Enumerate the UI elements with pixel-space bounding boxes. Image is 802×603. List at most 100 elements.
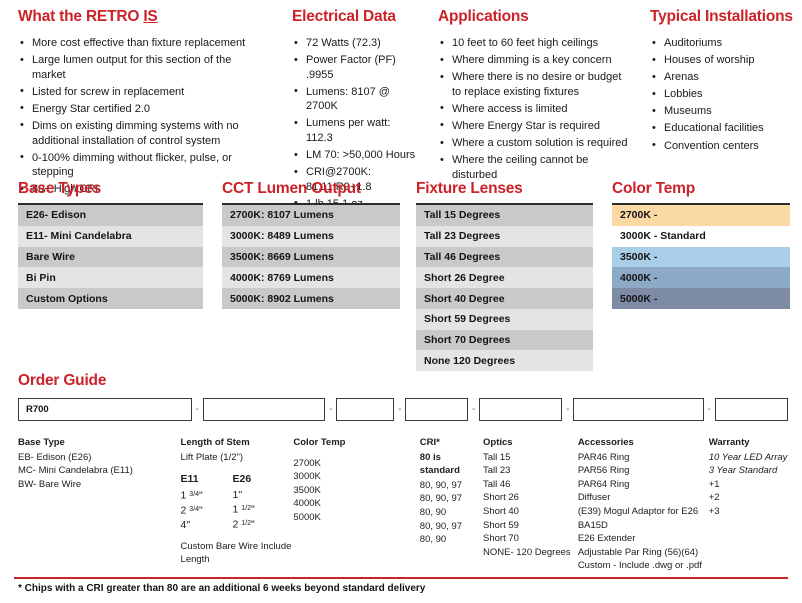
legend-item: Tall 46 <box>483 478 511 490</box>
order-guide-section: Order Guide R700 - - - - - - <box>18 372 788 421</box>
order-code-box-5[interactable] <box>479 398 563 421</box>
spec-sheet: What the RETRO IS More cost effective th… <box>0 0 802 603</box>
list-item: Where access is limited <box>438 101 628 117</box>
table-row: Tall 46 Degrees <box>416 246 593 268</box>
legend-heading: Base Type <box>18 437 65 448</box>
legend-item: NONE- 120 Degrees <box>483 546 571 558</box>
cct-lumen-heading: CCT Lumen Output <box>222 180 361 197</box>
list-item: Lobbies <box>650 87 792 102</box>
stem-value: 1 3/4" <box>180 489 203 502</box>
list-item: LM 70: >50,000 Hours <box>292 148 416 163</box>
legend-item: 4000K <box>293 498 321 510</box>
order-code-box-2[interactable] <box>202 398 326 421</box>
legend-item: PAR46 Ring <box>577 451 630 463</box>
legend-item: +3 <box>708 505 720 517</box>
legend-optics: Optics Tall 15 Tall 23 Tall 46 Short 26 … <box>483 436 578 573</box>
legend-item: Short 40 <box>483 505 519 517</box>
list-item: Lumens: 8107 @ 2700K <box>292 84 416 114</box>
table-row: 3000K - Standard <box>612 225 790 247</box>
order-code-box-1[interactable]: R700 <box>18 398 192 421</box>
legend-item: Custom - Include .dwg or .pdf <box>577 560 702 572</box>
stem-value: 4" <box>180 518 191 531</box>
legend-item: BA15D <box>577 519 608 531</box>
retro-is-heading: What the RETRO IS <box>18 8 268 26</box>
color-temp-table: 2700K - 3000K - Standard 3500K - 4000K -… <box>612 203 790 309</box>
legend-item: Adjustable Par Ring (56)(64) <box>577 546 699 558</box>
order-code-box-4[interactable] <box>405 398 469 421</box>
legend-heading: Color Temp <box>293 437 346 448</box>
legend-item: 5000K <box>293 511 321 523</box>
table-row: Bi Pin <box>18 267 203 289</box>
legend-heading: Accessories <box>577 437 634 448</box>
list-item: Dims on existing dimming systems with no… <box>18 118 268 148</box>
legend-item: EB- Edison (E26) <box>18 451 92 463</box>
legend-item: Short 70 <box>483 533 519 545</box>
table-row: Tall 23 Degrees <box>416 225 593 247</box>
stem-column-e26: E26 1" 1 1/2" 2 1/2" <box>233 473 285 532</box>
table-row: 2700K - <box>612 205 790 226</box>
legend-base-type: Base Type EB- Edison (E26) MC- Mini Cand… <box>18 436 181 573</box>
table-row: None 120 Degrees <box>416 350 593 372</box>
list-item: 72 Watts (72.3) <box>292 36 416 51</box>
legend-item: 80, 90, 97 <box>419 520 463 532</box>
order-code-box-7[interactable] <box>714 398 788 421</box>
table-row: Short 40 Degree <box>416 288 593 309</box>
legend-item: Diffuser <box>577 492 611 504</box>
fixture-lenses-table-wrap: Fixture Lenses Tall 15 Degrees Tall 23 D… <box>404 180 600 372</box>
legend-color-temp: Color Temp 2700K 3000K 3500K 4000K 5000K <box>293 436 419 573</box>
legend-item: Tall 23 <box>483 465 511 477</box>
applications-list: 10 feet to 60 feet high ceilings Where d… <box>438 36 628 182</box>
legend-item: 3500K <box>293 484 321 496</box>
stem-note: Custom Bare Wire Include Length <box>180 541 292 566</box>
legend-item: 3000K <box>293 471 321 483</box>
table-row: Tall 15 Degrees <box>416 205 593 226</box>
table-row: E26- Edison <box>18 205 203 226</box>
list-item: Where dimming is a key concern <box>438 53 628 68</box>
legend-item: 10 Year LED Array <box>708 451 788 463</box>
legend-item: 80, 90 <box>419 506 447 518</box>
table-row: 5000K - <box>612 288 790 309</box>
list-item: Power Factor (PF) .9955 <box>292 53 416 82</box>
list-item: Where there is no desire or budget to re… <box>438 70 628 99</box>
stem-column-header: E11 <box>180 473 199 486</box>
table-row: 5000K: 8902 Lumens <box>222 288 400 309</box>
order-separator: - <box>195 404 199 415</box>
stem-value: 1 1/2" <box>232 503 255 516</box>
order-guide-box-row: R700 - - - - - - <box>18 398 788 421</box>
order-code-box-6[interactable] <box>573 398 704 421</box>
table-row: 3000K: 8489 Lumens <box>222 225 400 247</box>
list-item: Where Energy Star is required <box>438 118 628 134</box>
legend-item: PAR56 Ring <box>577 465 630 477</box>
legend-item: (E39) Mogul Adaptor for E26 <box>577 505 699 517</box>
stem-length-columns: E11 1 3/4" 2 3/4" 4" E26 1" 1 1/2" 2 1/2… <box>181 473 294 532</box>
table-row: Short 70 Degrees <box>416 329 593 351</box>
list-item: Educational facilities <box>650 121 792 136</box>
retro-is-heading-underlined: IS <box>143 8 158 25</box>
table-row: Custom Options <box>18 288 203 309</box>
stem-value: 2 1/2" <box>232 518 255 531</box>
list-item: Listed for screw in replacement <box>18 84 268 100</box>
legend-item: E26 Extender <box>577 533 636 545</box>
legend-item: +1 <box>708 478 720 490</box>
applications-heading: Applications <box>438 8 529 25</box>
legend-item: Short 26 <box>483 492 519 504</box>
legend-warranty: Warranty 10 Year LED Array 3 Year Standa… <box>709 436 790 573</box>
legend-accessories: Accessories PAR46 Ring PAR56 Ring PAR64 … <box>578 436 709 573</box>
stem-value: 1" <box>232 488 243 501</box>
list-item: Where the ceiling cannot be disturbed <box>438 153 628 182</box>
legend-item: MC- Mini Candelabra (E11) <box>18 465 133 477</box>
stem-column-header: E26 <box>232 473 252 486</box>
cct-lumen-table-wrap: CCT Lumen Output 2700K: 8107 Lumens 3000… <box>208 180 404 371</box>
legend-item: 80, 90, 97 <box>419 479 463 491</box>
order-separator: - <box>707 404 711 415</box>
base-types-table: E26- Edison E11- Mini Candelabra Bare Wi… <box>18 203 203 309</box>
order-code-box-3[interactable] <box>336 398 395 421</box>
stem-column-e11: E11 1 3/4" 2 3/4" 4" <box>181 473 233 532</box>
list-item: More cost effective than fixture replace… <box>18 36 268 51</box>
color-temp-heading: Color Temp <box>612 180 695 197</box>
legend-heading: Optics <box>483 437 513 448</box>
spec-tables: Base Types E26- Edison E11- Mini Candela… <box>0 180 802 372</box>
list-item: Energy Star certified 2.0 <box>18 101 268 117</box>
order-separator: - <box>471 404 476 415</box>
base-types-heading: Base Types <box>18 180 102 197</box>
